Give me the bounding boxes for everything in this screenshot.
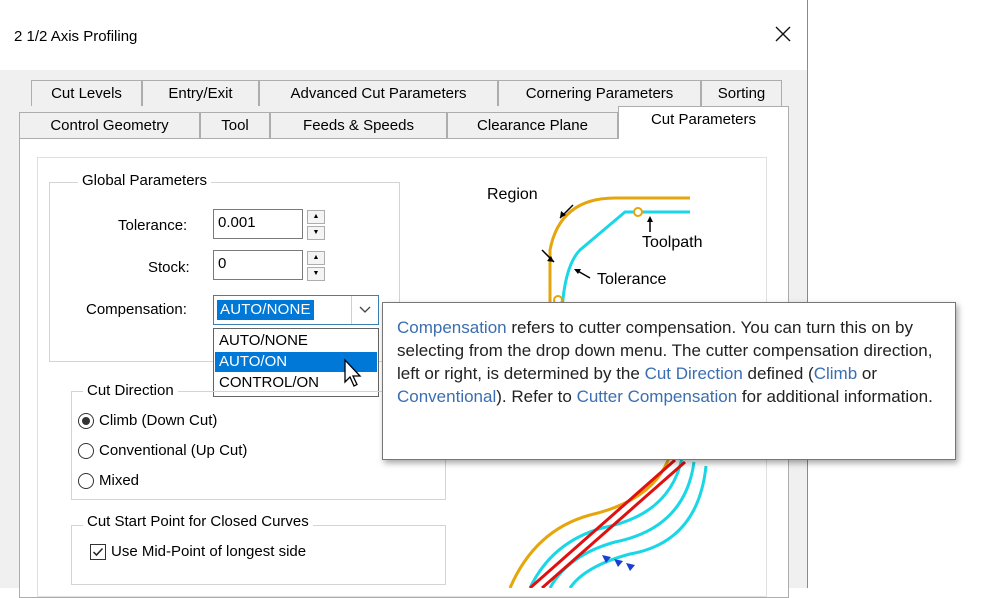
tab-control-geometry[interactable]: Control Geometry xyxy=(19,112,200,138)
profiling-dialog: 2 1/2 Axis Profiling Cut Levels Entry/Ex… xyxy=(0,0,808,598)
radio-mixed-label: Mixed xyxy=(99,472,140,489)
tooltip-text: or xyxy=(857,364,878,383)
tab-sorting[interactable]: Sorting xyxy=(701,80,782,106)
tolerance-input[interactable]: 0.001 xyxy=(213,209,303,239)
radio-conventional-label: Conventional (Up Cut) xyxy=(99,442,248,459)
spin-up-icon[interactable]: ▲ xyxy=(307,251,325,265)
stock-input[interactable]: 0 xyxy=(213,250,303,280)
tooltip-link[interactable]: Compensation xyxy=(397,318,507,337)
tab-tool[interactable]: Tool xyxy=(200,112,270,138)
spin-up-icon[interactable]: ▲ xyxy=(307,210,325,224)
tab-advanced-cut-parameters[interactable]: Advanced Cut Parameters xyxy=(259,80,498,106)
window-title: 2 1/2 Axis Profiling xyxy=(14,28,138,45)
tooltip-link[interactable]: Cutter Compensation xyxy=(577,387,738,406)
tooltip-text: defined ( xyxy=(742,364,814,383)
mid-point-label: Use Mid-Point of longest side xyxy=(111,543,307,560)
tooltip-link[interactable]: Climb xyxy=(814,364,857,383)
cut-start-title: Cut Start Point for Closed Curves xyxy=(83,513,313,530)
tab-cut-levels[interactable]: Cut Levels xyxy=(31,80,142,106)
tab-feeds-speeds[interactable]: Feeds & Speeds xyxy=(270,112,447,138)
tab-cornering-parameters[interactable]: Cornering Parameters xyxy=(498,80,701,106)
compensation-tooltip: Compensation refers to cutter compensati… xyxy=(382,302,956,460)
compensation-select[interactable]: AUTO/NONE xyxy=(213,295,379,325)
title-bar: 2 1/2 Axis Profiling xyxy=(0,0,807,70)
tab-clearance-plane[interactable]: Clearance Plane xyxy=(447,112,618,138)
diagram-tolerance-label: Tolerance xyxy=(597,271,667,288)
radio-conventional[interactable] xyxy=(78,443,94,459)
cut-direction-title: Cut Direction xyxy=(83,382,178,399)
tooltip-text: for additional information. xyxy=(737,387,933,406)
tooltip-link[interactable]: Cut Direction xyxy=(645,364,743,383)
mid-point-checkbox[interactable] xyxy=(90,544,106,560)
stock-label: Stock: xyxy=(148,259,190,276)
compensation-value: AUTO/NONE xyxy=(217,300,314,320)
tolerance-label: Tolerance: xyxy=(118,217,188,234)
radio-climb-label: Climb (Down Cut) xyxy=(99,412,218,429)
tab-cut-parameters[interactable]: Cut Parameters xyxy=(618,106,789,139)
close-icon[interactable] xyxy=(767,18,799,50)
compensation-label: Compensation: xyxy=(86,301,187,318)
mouse-pointer-icon xyxy=(344,358,362,387)
tab-entry-exit[interactable]: Entry/Exit xyxy=(142,80,259,106)
chevron-down-icon[interactable] xyxy=(351,296,378,324)
tooltip-link[interactable]: Conventional xyxy=(397,387,496,406)
tooltip-text: ). Refer to xyxy=(496,387,577,406)
diagram-toolpath-label: Toolpath xyxy=(642,234,703,251)
spin-down-icon[interactable]: ▼ xyxy=(307,226,325,240)
global-parameters-title: Global Parameters xyxy=(78,172,212,189)
radio-mixed[interactable] xyxy=(78,473,94,489)
radio-climb[interactable] xyxy=(78,413,94,429)
diagram-region-label: Region xyxy=(487,186,538,203)
option-auto-none[interactable]: AUTO/NONE xyxy=(215,331,377,351)
spin-down-icon[interactable]: ▼ xyxy=(307,267,325,281)
